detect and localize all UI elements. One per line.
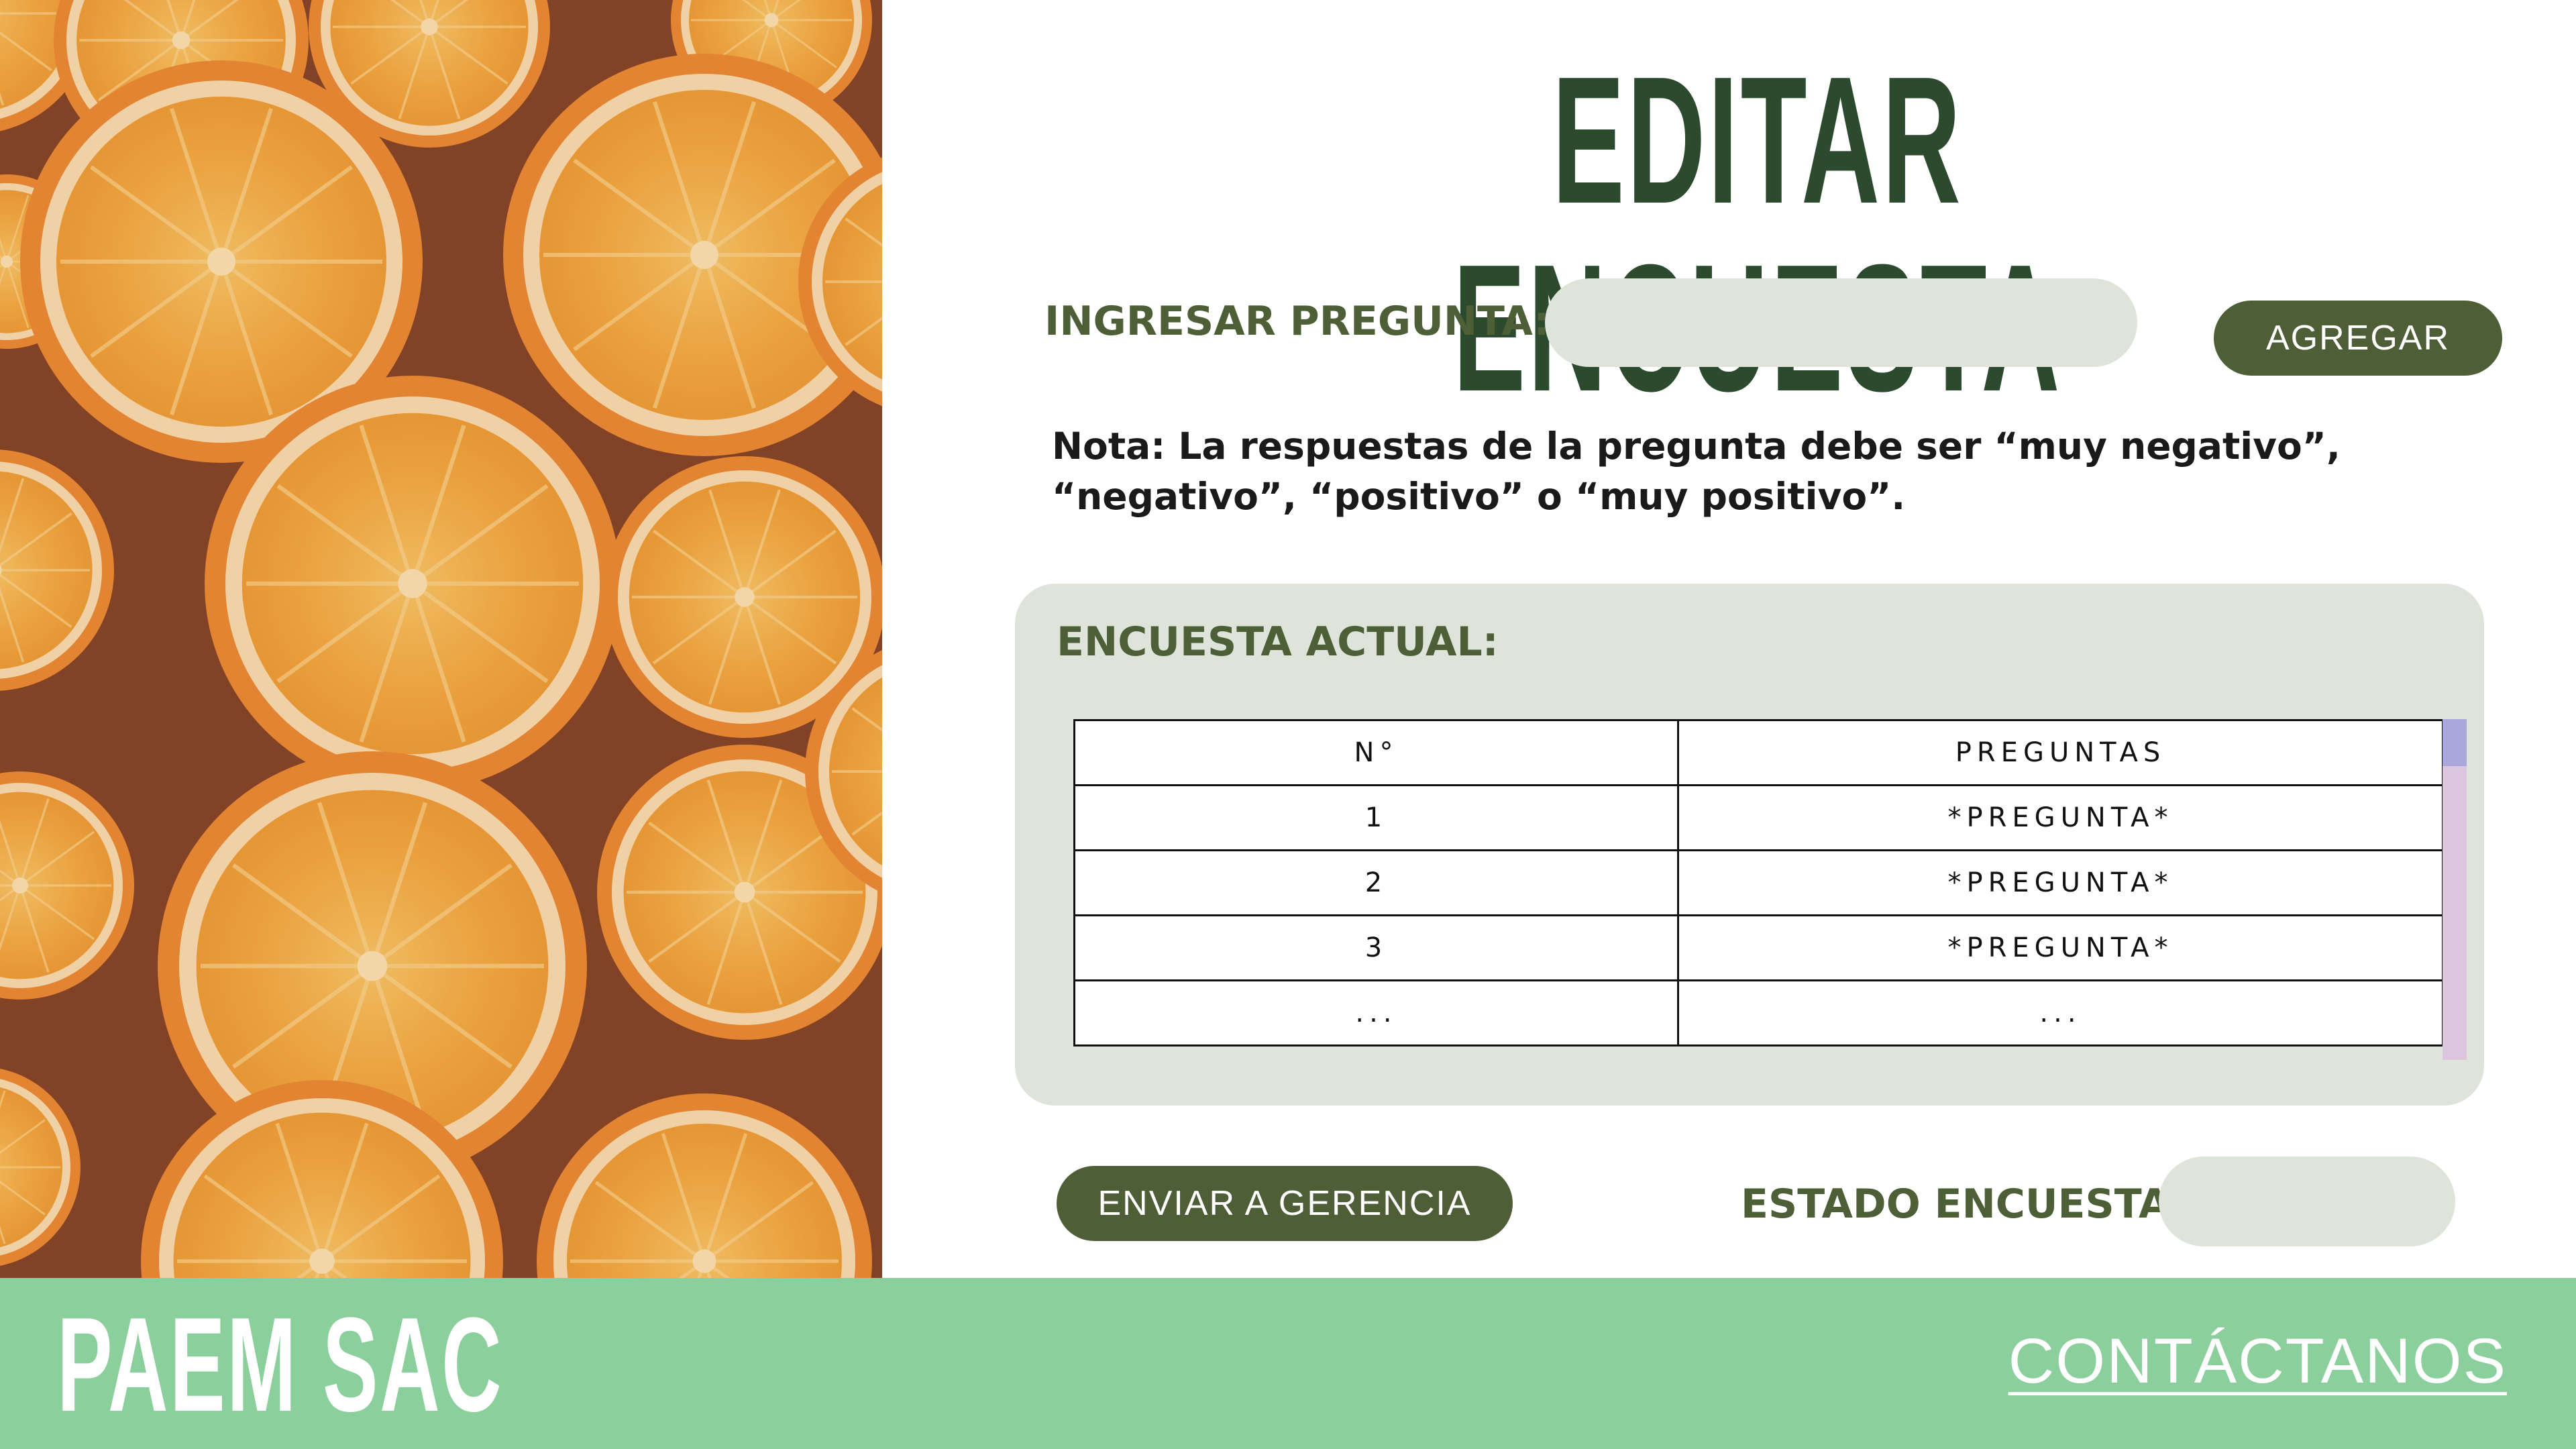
oranges-photo [0,0,882,1278]
row-question: *PREGUNTA* [1677,849,2444,916]
current-survey-label: ENCUESTA ACTUAL: [1057,619,1499,665]
table-header-row: N° PREGUNTAS [1073,719,2444,786]
table-row[interactable]: 3 *PREGUNTA* [1073,914,2444,981]
table-row[interactable]: 2 *PREGUNTA* [1073,849,2444,916]
table-row[interactable]: 1 *PREGUNTA* [1073,784,2444,851]
note-text: Nota: La respuestas de la pregunta debe … [1052,425,2341,518]
row-number: 2 [1073,849,1679,916]
row-number: 3 [1073,914,1679,981]
row-number: 1 [1073,784,1679,851]
column-header-number: N° [1073,719,1679,786]
send-to-management-button[interactable]: ENVIAR A GERENCIA [1057,1166,1513,1241]
table-scrollbar[interactable] [2443,719,2467,1060]
column-header-questions: PREGUNTAS [1677,719,2444,786]
brand-name: PAEM SAC [57,1290,504,1440]
add-button[interactable]: AGREGAR [2214,301,2502,376]
survey-table: N° PREGUNTAS 1 *PREGUNTA* 2 *PREGUNTA* 3… [1073,719,2444,1046]
scrollbar-thumb[interactable] [2443,719,2467,766]
page-title: EDITAR ENCUESTA [1453,40,2059,423]
question-label: INGRESAR PREGUNTA: [1044,298,1550,345]
survey-status-label: ESTADO ENCUESTA: [1741,1181,2187,1228]
row-number: ... [1073,979,1679,1046]
contact-link[interactable]: CONTÁCTANOS [2008,1325,2507,1398]
row-question: ... [1677,979,2444,1046]
row-question: *PREGUNTA* [1677,914,2444,981]
question-input[interactable] [1545,278,2137,367]
survey-status-field [2159,1157,2455,1246]
row-question: *PREGUNTA* [1677,784,2444,851]
table-row[interactable]: ... ... [1073,979,2444,1046]
